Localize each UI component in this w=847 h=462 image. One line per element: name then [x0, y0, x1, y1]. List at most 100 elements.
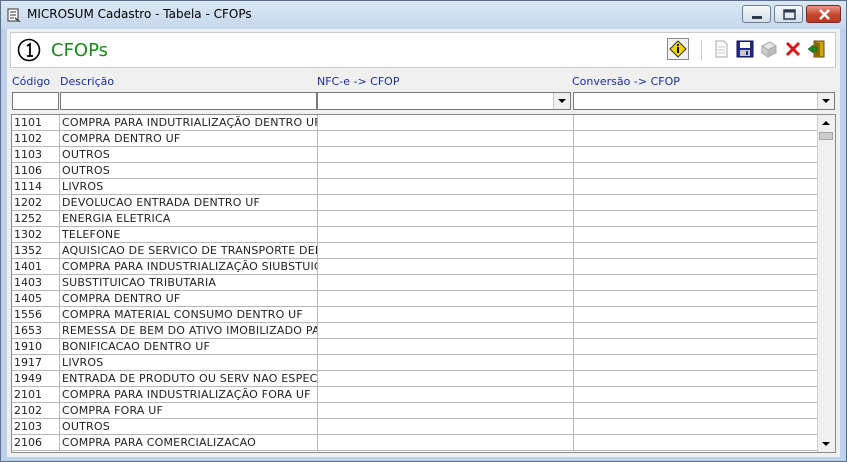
cell-nfce-cfop[interactable]: [318, 259, 574, 274]
cell-conversao-cfop[interactable]: [574, 131, 818, 146]
cell-descricao[interactable]: COMPRA PARA INDUSTRIALIZAÇÃO SIUBSTUIÇÃ: [60, 259, 318, 274]
cell-descricao[interactable]: COMPRA PARA INDUSTRIALIZAÇÃO FORA UF: [60, 387, 318, 402]
cell-nfce-cfop[interactable]: [318, 355, 574, 370]
table-row[interactable]: 1101 COMPRA PARA INDUTRIALIZAÇÃO DENTRO U…: [12, 115, 818, 131]
title-bar[interactable]: MICROSUM Cadastro - Tabela - CFOPs: [1, 1, 846, 29]
cell-nfce-cfop[interactable]: [318, 243, 574, 258]
save-button[interactable]: [734, 38, 756, 60]
filter-descricao-field[interactable]: [60, 92, 317, 110]
filter-codigo-field[interactable]: [12, 92, 59, 110]
cell-codigo[interactable]: 2102: [12, 403, 60, 418]
cell-codigo[interactable]: 1202: [12, 195, 60, 210]
cell-descricao[interactable]: COMPRA DENTRO UF: [60, 131, 318, 146]
cell-codigo[interactable]: 1556: [12, 307, 60, 322]
close-window-button[interactable]: [806, 5, 841, 23]
cell-codigo[interactable]: 1910: [12, 339, 60, 354]
table-row[interactable]: 1106 OUTROS: [12, 163, 818, 179]
cell-conversao-cfop[interactable]: [574, 211, 818, 226]
cell-descricao[interactable]: COMPRA PARA INDUTRIALIZAÇÃO DENTRO UF: [60, 115, 318, 130]
cell-codigo[interactable]: 1103: [12, 147, 60, 162]
cell-descricao[interactable]: SUBSTITUICAO TRIBUTARIA: [60, 275, 318, 290]
table-row[interactable]: 1114 LIVROS: [12, 179, 818, 195]
cell-codigo[interactable]: 1114: [12, 179, 60, 194]
cell-codigo[interactable]: 1917: [12, 355, 60, 370]
cell-nfce-cfop[interactable]: [318, 131, 574, 146]
filter-conversao-cfop-select[interactable]: [573, 92, 835, 110]
cell-nfce-cfop[interactable]: [318, 371, 574, 386]
cell-codigo[interactable]: 1403: [12, 275, 60, 290]
cell-descricao[interactable]: BONIFICACAO DENTRO UF: [60, 339, 318, 354]
delete-button[interactable]: [782, 38, 804, 60]
cell-nfce-cfop[interactable]: [318, 227, 574, 242]
table-row[interactable]: 1556 COMPRA MATERIAL CONSUMO DENTRO UF: [12, 307, 818, 323]
cell-nfce-cfop[interactable]: [318, 211, 574, 226]
maximize-button[interactable]: [774, 5, 803, 23]
cell-conversao-cfop[interactable]: [574, 227, 818, 242]
cell-conversao-cfop[interactable]: [574, 115, 818, 130]
table-row[interactable]: 1252 ENERGIA ELETRICA: [12, 211, 818, 227]
cell-descricao[interactable]: OUTROS: [60, 163, 318, 178]
table-row[interactable]: 1403 SUBSTITUICAO TRIBUTARIA: [12, 275, 818, 291]
cell-nfce-cfop[interactable]: [318, 195, 574, 210]
cell-nfce-cfop[interactable]: [318, 403, 574, 418]
minimize-button[interactable]: [742, 5, 771, 23]
cell-conversao-cfop[interactable]: [574, 355, 818, 370]
table-row[interactable]: 2101 COMPRA PARA INDUSTRIALIZAÇÃO FORA UF: [12, 387, 818, 403]
table-row[interactable]: 1401 COMPRA PARA INDUSTRIALIZAÇÃO SIUBSTU…: [12, 259, 818, 275]
dropdown-button[interactable]: [553, 93, 570, 109]
cell-conversao-cfop[interactable]: [574, 307, 818, 322]
cell-nfce-cfop[interactable]: [318, 275, 574, 290]
cell-nfce-cfop[interactable]: [318, 419, 574, 434]
cell-codigo[interactable]: 2106: [12, 435, 60, 450]
cell-codigo[interactable]: 1653: [12, 323, 60, 338]
cell-nfce-cfop[interactable]: [318, 435, 574, 450]
cell-descricao[interactable]: COMPRA DENTRO UF: [60, 291, 318, 306]
cell-nfce-cfop[interactable]: [318, 291, 574, 306]
table-row[interactable]: 1102 COMPRA DENTRO UF: [12, 131, 818, 147]
cell-codigo[interactable]: 1949: [12, 371, 60, 386]
scroll-down-button[interactable]: [818, 436, 834, 452]
cell-descricao[interactable]: COMPRA MATERIAL CONSUMO DENTRO UF: [60, 307, 318, 322]
cell-descricao[interactable]: COMPRA FORA UF: [60, 403, 318, 418]
cell-descricao[interactable]: REMESSA DE BEM DO ATIVO IMOBILIZADO PARA: [60, 323, 318, 338]
cell-descricao[interactable]: TELEFONE: [60, 227, 318, 242]
table-row[interactable]: 1949 ENTRADA DE PRODUTO OU SERV NAO ESPEC…: [12, 371, 818, 387]
cell-codigo[interactable]: 1102: [12, 131, 60, 146]
cell-nfce-cfop[interactable]: [318, 339, 574, 354]
cell-descricao[interactable]: ENTRADA DE PRODUTO OU SERV NAO ESPECIFI: [60, 371, 318, 386]
cell-nfce-cfop[interactable]: [318, 115, 574, 130]
scroll-thumb[interactable]: [819, 132, 833, 140]
cell-codigo[interactable]: 1405: [12, 291, 60, 306]
vertical-scrollbar[interactable]: [817, 115, 835, 452]
cell-descricao[interactable]: OUTROS: [60, 419, 318, 434]
table-row[interactable]: 1103 OUTROS: [12, 147, 818, 163]
cell-conversao-cfop[interactable]: [574, 163, 818, 178]
info-button[interactable]: [667, 38, 689, 60]
cell-codigo[interactable]: 1352: [12, 243, 60, 258]
cell-codigo[interactable]: 2101: [12, 387, 60, 402]
cell-conversao-cfop[interactable]: [574, 243, 818, 258]
cell-conversao-cfop[interactable]: [574, 195, 818, 210]
cell-codigo[interactable]: 1302: [12, 227, 60, 242]
cell-nfce-cfop[interactable]: [318, 323, 574, 338]
cell-conversao-cfop[interactable]: [574, 259, 818, 274]
cell-conversao-cfop[interactable]: [574, 339, 818, 354]
table-row[interactable]: 1352 AQUISICAO DE SERVICO DE TRANSPORTE D…: [12, 243, 818, 259]
table-row[interactable]: 1202 DEVOLUCAO ENTRADA DENTRO UF: [12, 195, 818, 211]
table-row[interactable]: 2103 OUTROS: [12, 419, 818, 435]
cell-conversao-cfop[interactable]: [574, 419, 818, 434]
table-row[interactable]: 1910 BONIFICACAO DENTRO UF: [12, 339, 818, 355]
cell-nfce-cfop[interactable]: [318, 163, 574, 178]
new-record-button[interactable]: [710, 38, 732, 60]
cell-descricao[interactable]: AQUISICAO DE SERVICO DE TRANSPORTE DENT: [60, 243, 318, 258]
table-row[interactable]: 1653 REMESSA DE BEM DO ATIVO IMOBILIZADO …: [12, 323, 818, 339]
cell-nfce-cfop[interactable]: [318, 307, 574, 322]
cell-conversao-cfop[interactable]: [574, 323, 818, 338]
filter-descricao-input[interactable]: [63, 93, 314, 109]
cell-descricao[interactable]: DEVOLUCAO ENTRADA DENTRO UF: [60, 195, 318, 210]
cell-conversao-cfop[interactable]: [574, 275, 818, 290]
cell-conversao-cfop[interactable]: [574, 179, 818, 194]
table-row[interactable]: 2106 COMPRA PARA COMERCIALIZACAO: [12, 435, 818, 451]
cell-codigo[interactable]: 1106: [12, 163, 60, 178]
table-row[interactable]: 1302 TELEFONE: [12, 227, 818, 243]
